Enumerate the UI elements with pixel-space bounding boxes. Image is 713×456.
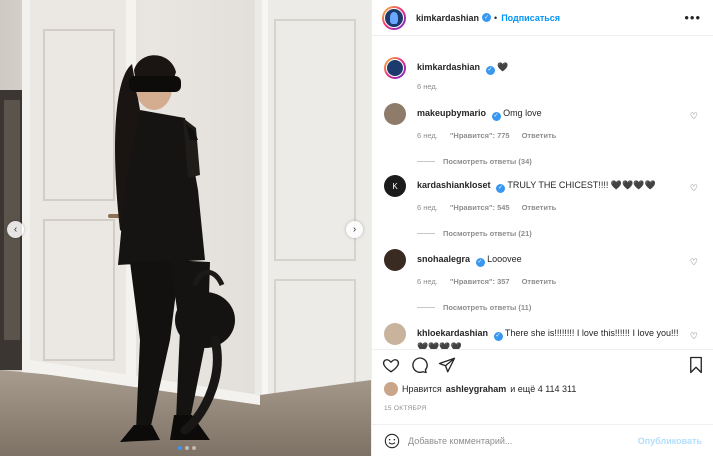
post-photo[interactable]: ‹ ›: [0, 0, 371, 456]
verified-icon: ✓: [482, 13, 492, 22]
emoji-icon[interactable]: [384, 433, 400, 449]
share-icon[interactable]: [438, 356, 456, 374]
caption-time: 6 нед.: [417, 81, 438, 91]
add-comment-input[interactable]: [408, 435, 638, 446]
comment-text: TRULY THE CHICEST!!!! 🖤🖤🖤🖤: [507, 180, 656, 190]
verified-icon: ✓: [485, 65, 495, 75]
like-comment-heart-icon[interactable]: ♡: [690, 257, 698, 268]
reply-button[interactable]: Ответить: [522, 202, 557, 214]
like-comment-heart-icon[interactable]: ♡: [690, 111, 698, 122]
carousel-dot: [185, 446, 189, 450]
verified-icon: ✓: [491, 111, 501, 121]
liker-username[interactable]: ashleygraham: [446, 384, 507, 394]
view-replies-button[interactable]: Посмотреть ответы (34): [417, 156, 687, 168]
verified-icon: ✓: [496, 183, 506, 193]
author-username[interactable]: kimkardashian: [416, 13, 479, 23]
post-side-panel: kimkardashian ✓ • Подписаться ••• kimkar…: [371, 0, 713, 456]
caption-username[interactable]: kimkardashian: [417, 62, 480, 72]
carousel-prev-button[interactable]: ‹: [7, 221, 24, 238]
post-header: kimkardashian ✓ • Подписаться •••: [372, 0, 713, 36]
post-date: 15 ОКТЯБРЯ: [384, 405, 427, 412]
publish-button[interactable]: Опубликовать: [638, 436, 702, 446]
photo-illustration: [0, 0, 371, 456]
like-comment-heart-icon[interactable]: ♡: [690, 183, 698, 194]
comment-time: 6 нед.: [417, 276, 438, 286]
likes-prefix: Нравится: [402, 384, 442, 394]
commenter-avatar[interactable]: [384, 323, 406, 345]
reply-button[interactable]: Ответить: [522, 276, 557, 288]
commenter-avatar[interactable]: [384, 249, 406, 271]
author-avatar[interactable]: [382, 5, 406, 30]
commenter-username[interactable]: makeupbymario: [417, 108, 486, 118]
likes-summary[interactable]: Нравится ashleygraham и ещё 4 114 311: [384, 382, 576, 396]
commenter-avatar[interactable]: K: [384, 175, 406, 197]
author-avatar-small[interactable]: [384, 57, 406, 79]
comment-text: Looovee: [487, 254, 522, 264]
comment-likes[interactable]: "Нравится": 357: [450, 276, 510, 288]
like-heart-icon[interactable]: [382, 356, 400, 374]
add-comment-bar: Опубликовать: [372, 424, 713, 456]
bookmark-icon[interactable]: [688, 356, 704, 374]
comment-time: 6 нед.: [417, 202, 438, 212]
comments-list[interactable]: kimkardashian ✓ 🖤 6 нед. makeupbymario ✓…: [372, 47, 713, 349]
caption-text: 🖤: [497, 62, 509, 72]
view-replies-button[interactable]: Посмотреть ответы (11): [417, 302, 687, 314]
commenter-avatar[interactable]: [384, 103, 406, 125]
comment-text: Omg love: [503, 108, 542, 118]
commenter-username[interactable]: snohaalegra: [417, 254, 470, 264]
view-replies-button[interactable]: Посмотреть ответы (21): [417, 228, 687, 240]
comment-likes[interactable]: "Нравится": 545: [450, 202, 510, 214]
comment-icon[interactable]: [410, 356, 428, 374]
verified-icon: ✓: [475, 257, 485, 267]
carousel-dot: [178, 446, 182, 450]
verified-icon: ✓: [493, 331, 503, 341]
separator: •: [494, 12, 498, 23]
likes-count[interactable]: и ещё 4 114 311: [510, 384, 576, 394]
commenter-username[interactable]: kardashiankloset: [417, 180, 491, 190]
comment-likes[interactable]: "Нравится": 775: [450, 130, 510, 142]
carousel-dot: [192, 446, 196, 450]
comment-time: 6 нед.: [417, 130, 438, 140]
carousel-next-button[interactable]: ›: [346, 221, 363, 238]
carousel-dots: [178, 446, 196, 450]
liker-avatar: [384, 382, 398, 396]
reply-button[interactable]: Ответить: [522, 130, 557, 142]
more-options-icon[interactable]: •••: [684, 10, 701, 25]
post-actions-bar: [372, 349, 713, 379]
commenter-username[interactable]: khloekardashian: [417, 328, 488, 338]
like-comment-heart-icon[interactable]: ♡: [690, 331, 698, 342]
follow-button[interactable]: Подписаться: [501, 13, 560, 23]
